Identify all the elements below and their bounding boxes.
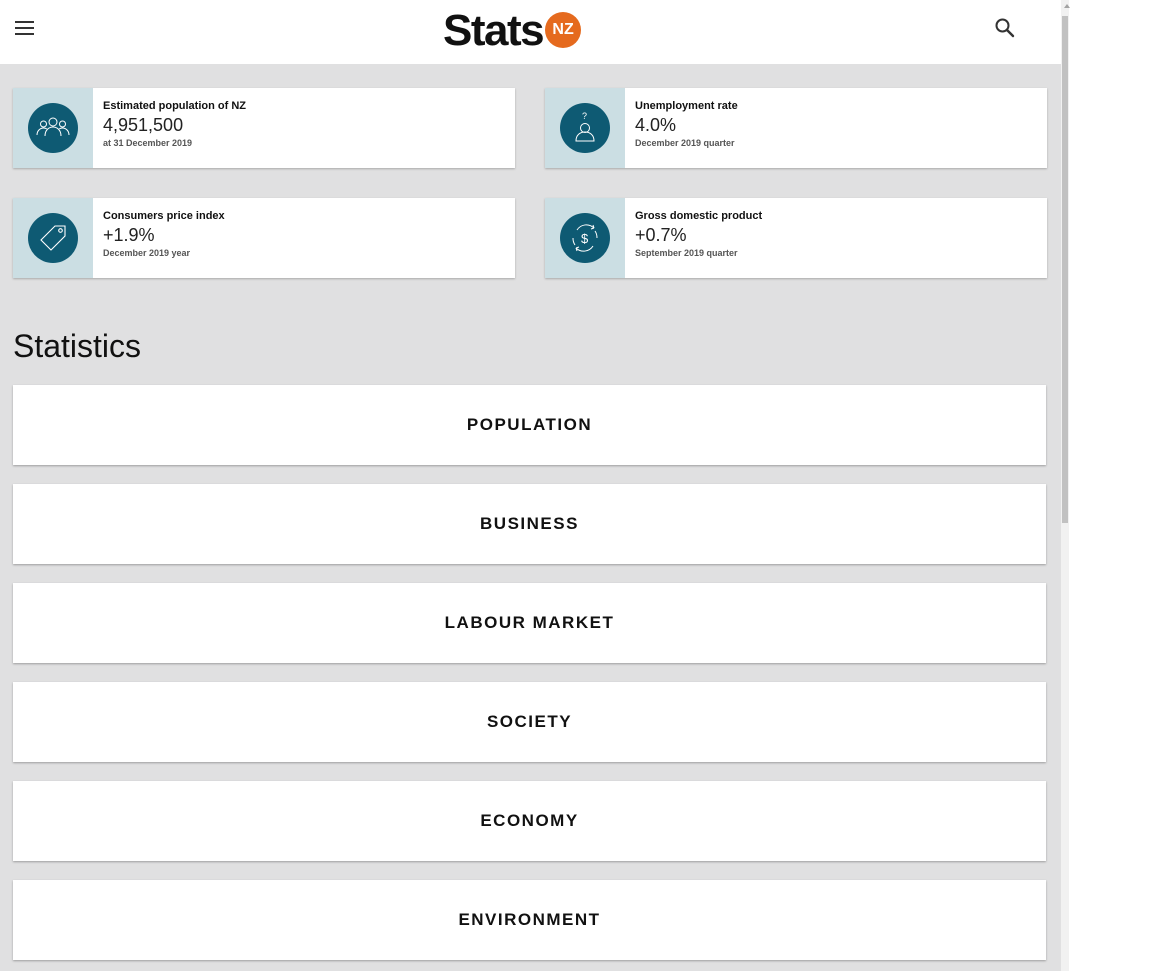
category-label: LABOUR MARKET — [444, 613, 615, 632]
stat-value: +0.7% — [635, 225, 687, 245]
category-label: ENVIRONMENT — [458, 910, 601, 929]
stat-subtitle: September 2019 quarter — [635, 248, 738, 258]
stat-title: Gross domestic product — [635, 210, 763, 222]
logo-badge: NZ — [545, 12, 582, 48]
stat-text: Gross domestic product +0.7% September 2… — [625, 198, 762, 278]
stat-card-unemployment[interactable]: ? Unemployment rate 4.0% December 2019 q… — [545, 88, 1047, 168]
search-icon[interactable] — [993, 16, 1017, 40]
category-society-button[interactable]: SOCIETY — [13, 682, 1046, 762]
stat-text: Estimated population of NZ 4,951,500 at … — [93, 88, 246, 168]
stat-subtitle: at 31 December 2019 — [103, 138, 193, 148]
category-label: POPULATION — [466, 415, 593, 434]
category-business-button[interactable]: BUSINESS — [13, 484, 1046, 564]
category-population-button[interactable]: POPULATION — [13, 385, 1046, 465]
stat-icon-box — [13, 88, 93, 168]
site-header: Stats NZ — [0, 0, 1061, 64]
stats-nz-logo[interactable]: Stats NZ — [443, 6, 582, 56]
category-label: BUSINESS — [480, 514, 579, 533]
stat-card-population[interactable]: Estimated population of NZ 4,951,500 at … — [13, 88, 515, 168]
stat-text: Consumers price index +1.9% December 201… — [93, 198, 225, 278]
stat-icon-box: ? — [545, 88, 625, 168]
stat-value: 4,951,500 — [103, 115, 184, 135]
people-group-icon — [28, 103, 78, 153]
stat-icon-box — [13, 198, 93, 278]
hamburger-menu-icon[interactable] — [13, 17, 37, 39]
stat-title: Estimated population of NZ — [103, 100, 246, 112]
stat-subtitle: December 2019 year — [103, 248, 191, 258]
scrollbar-thumb[interactable] — [1062, 16, 1068, 523]
person-question-icon: ? — [560, 103, 610, 153]
stat-text: Unemployment rate 4.0% December 2019 qua… — [625, 88, 738, 168]
stat-subtitle: December 2019 quarter — [635, 138, 735, 148]
stat-card-cpi[interactable]: Consumers price index +1.9% December 201… — [13, 198, 515, 278]
page-viewport: Stats NZ Estimated population of NZ 4,95… — [0, 0, 1061, 971]
stat-icon-box: $ — [545, 198, 625, 278]
category-environment-button[interactable]: ENVIRONMENT — [13, 880, 1046, 960]
stat-title: Unemployment rate — [635, 100, 738, 112]
stat-title: Consumers price index — [103, 210, 225, 222]
category-label: ECONOMY — [480, 811, 579, 830]
stat-card-gdp[interactable]: $ Gross domestic product +0.7% September… — [545, 198, 1047, 278]
price-tag-icon — [28, 213, 78, 263]
section-title-statistics: Statistics — [13, 328, 142, 364]
category-labour-market-button[interactable]: LABOUR MARKET — [13, 583, 1046, 663]
logo-text: Stats — [443, 6, 545, 55]
scroll-up-arrow-icon[interactable] — [1064, 4, 1070, 8]
category-economy-button[interactable]: ECONOMY — [13, 781, 1046, 861]
stat-value: +1.9% — [103, 225, 155, 245]
stat-value: 4.0% — [635, 115, 677, 135]
svg-text:?: ? — [582, 111, 587, 121]
svg-text:$: $ — [581, 231, 589, 246]
dollar-cycle-icon: $ — [560, 213, 610, 263]
category-label: SOCIETY — [486, 712, 573, 731]
